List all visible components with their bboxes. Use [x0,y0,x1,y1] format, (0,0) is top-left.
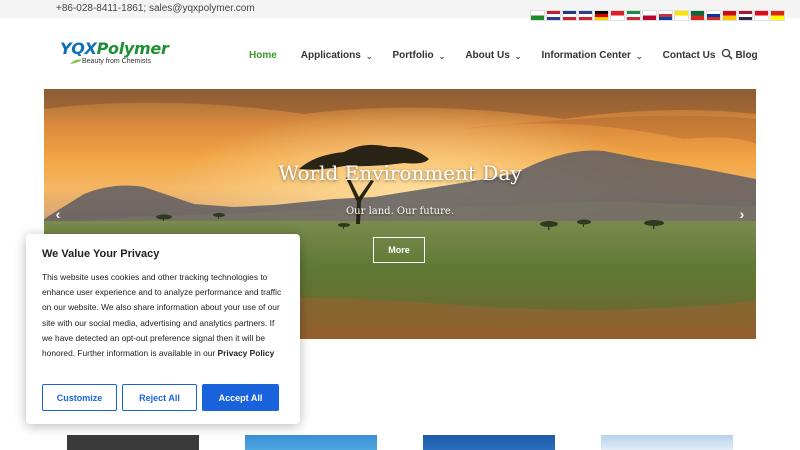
nav-applications[interactable]: Applications ⌄ [301,50,373,61]
nav-information-center[interactable]: Information Center ⌄ [541,50,642,61]
logo-wordmark: YQXPolymer [60,39,169,58]
leaf-icon [70,59,82,64]
cookie-consent-dialog: We Value Your Privacy This website uses … [26,234,300,424]
flag-icon[interactable] [674,10,689,21]
hero-more-button[interactable]: More [373,237,425,263]
reject-all-button[interactable]: Reject All [122,384,197,411]
consent-buttons: Customize Reject All Accept All [42,384,279,411]
main-nav: Home Applications ⌄ Portfolio ⌄ About Us ⌄ … [249,48,758,62]
chevron-down-icon: ⌄ [514,51,522,61]
consent-title: We Value Your Privacy [42,248,160,260]
hero-subtitle: Our land. Our future. [345,206,455,217]
german-flag-icon[interactable] [594,10,609,21]
language-flags [530,10,785,22]
spanish-flag-icon[interactable] [722,10,737,21]
slider-next-arrow-icon[interactable]: › [735,206,749,222]
nav-contact-us[interactable]: Contact Us [663,50,716,61]
content-thumbnail[interactable] [245,435,377,450]
site-header: YQXPolymer Beauty from Chemists Home App… [0,22,800,86]
japanese-flag-icon[interactable] [642,10,657,21]
nav-blog[interactable]: Blog [735,50,757,61]
korean-flag-icon[interactable] [658,10,673,21]
consent-body: This website uses cookies and other trac… [42,272,282,359]
hero-title: World Environment Day [278,161,522,185]
chevron-down-icon: ⌄ [365,51,373,61]
privacy-policy-link[interactable]: Privacy Policy [218,348,275,358]
dutch-flag-icon[interactable] [546,10,561,21]
uk-flag-icon[interactable] [562,10,577,21]
search-icon[interactable] [721,48,733,60]
portuguese-flag-icon[interactable] [690,10,705,21]
logo-tagline: Beauty from Chemists [82,58,151,65]
nav-portfolio[interactable]: Portfolio ⌄ [393,50,446,61]
french-flag-icon[interactable] [578,10,593,21]
content-thumbnail[interactable] [601,435,733,450]
nav-about-us[interactable]: About Us ⌄ [465,50,521,61]
italian-flag-icon[interactable] [626,10,641,21]
arabic-flag-icon[interactable] [530,10,545,21]
russian-flag-icon[interactable] [706,10,721,21]
chevron-down-icon: ⌄ [635,51,643,61]
vietnamese-flag-icon[interactable] [770,10,785,21]
content-thumbnail[interactable] [67,435,199,450]
contact-info: +86-028-8411-1861; sales@yqxpolymer.com [56,3,255,14]
site-logo[interactable]: YQXPolymer Beauty from Chemists [60,39,170,71]
turkish-flag-icon[interactable] [754,10,769,21]
thai-flag-icon[interactable] [738,10,753,21]
indonesian-flag-icon[interactable] [610,10,625,21]
chevron-down-icon: ⌄ [438,51,446,61]
slider-prev-arrow-icon[interactable]: ‹ [51,206,65,222]
customize-button[interactable]: Customize [42,384,117,411]
content-thumbnail[interactable] [423,435,555,450]
nav-home[interactable]: Home [249,50,277,61]
accept-all-button[interactable]: Accept All [202,384,279,411]
